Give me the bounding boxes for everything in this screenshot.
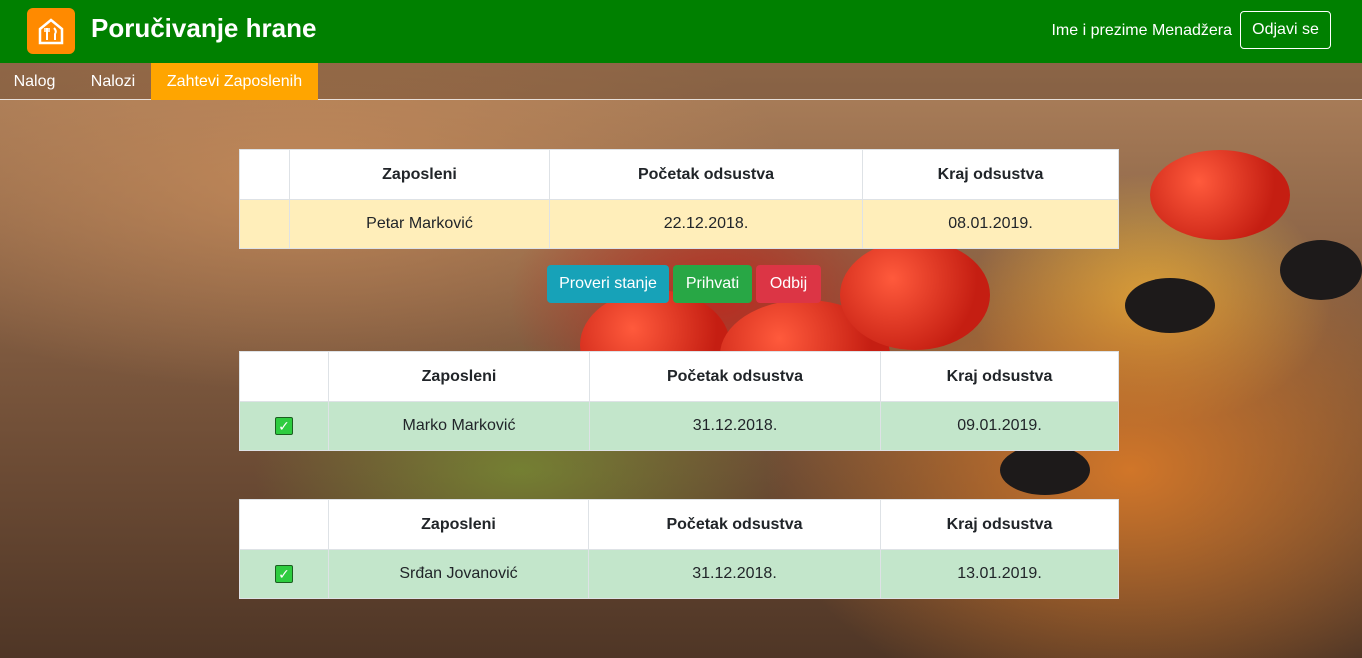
background-tomato bbox=[840, 240, 990, 350]
status-column-header bbox=[239, 351, 329, 402]
end-date-cell: 13.01.2019. bbox=[880, 549, 1119, 599]
employee-cell: Srđan Jovanović bbox=[328, 549, 589, 599]
employee-column-header: Zaposleni bbox=[289, 149, 550, 200]
nav-item-employee-requests[interactable]: Zahtevi Zaposlenih bbox=[151, 63, 318, 100]
select-column-header bbox=[239, 149, 290, 200]
accept-button[interactable]: Prihvati bbox=[673, 265, 752, 303]
start-date-cell: 22.12.2018. bbox=[549, 199, 863, 249]
select-cell bbox=[239, 199, 290, 249]
table-header-row: Zaposleni Početak odsustva Kraj odsustva bbox=[239, 499, 1119, 550]
approved-request-table: Zaposleni Početak odsustva Kraj odsustva… bbox=[239, 351, 1119, 451]
table-row[interactable]: Petar Marković 22.12.2018. 08.01.2019. bbox=[239, 199, 1119, 249]
employee-column-header: Zaposleni bbox=[328, 351, 590, 402]
background-olive bbox=[1280, 240, 1362, 300]
background-olive bbox=[1000, 445, 1090, 495]
status-cell: ✓ bbox=[239, 401, 329, 451]
main-menu: Nalog Nalozi Zahtevi Zaposlenih bbox=[0, 63, 1362, 100]
end-column-header: Kraj odsustva bbox=[880, 499, 1119, 550]
start-column-header: Početak odsustva bbox=[588, 499, 881, 550]
checkmark-icon: ✓ bbox=[275, 416, 293, 435]
restaurant-icon[interactable] bbox=[27, 8, 75, 54]
employee-cell: Petar Marković bbox=[289, 199, 550, 249]
table-row[interactable]: ✓ Srđan Jovanović 31.12.2018. 13.01.2019… bbox=[239, 549, 1119, 599]
table-header-row: Zaposleni Početak odsustva Kraj odsustva bbox=[239, 149, 1119, 200]
approved-request-table: Zaposleni Početak odsustva Kraj odsustva… bbox=[239, 499, 1119, 599]
table-header-row: Zaposleni Početak odsustva Kraj odsustva bbox=[239, 351, 1119, 402]
start-column-header: Početak odsustva bbox=[589, 351, 881, 402]
brand-title[interactable]: Poručivanje hrane bbox=[91, 13, 316, 44]
start-date-cell: 31.12.2018. bbox=[589, 401, 881, 451]
check-status-button[interactable]: Proveri stanje bbox=[547, 265, 669, 303]
logout-button[interactable]: Odjavi se bbox=[1240, 11, 1331, 49]
end-column-header: Kraj odsustva bbox=[880, 351, 1119, 402]
reject-button[interactable]: Odbij bbox=[756, 265, 821, 303]
top-navbar: Poručivanje hrane Ime i prezime Menadžer… bbox=[0, 0, 1362, 63]
manager-name: Ime i prezime Menadžera bbox=[1051, 22, 1232, 39]
employee-column-header: Zaposleni bbox=[328, 499, 589, 550]
status-cell: ✓ bbox=[239, 549, 329, 599]
end-column-header: Kraj odsustva bbox=[862, 149, 1119, 200]
status-column-header bbox=[239, 499, 329, 550]
table-row[interactable]: ✓ Marko Marković 31.12.2018. 09.01.2019. bbox=[239, 401, 1119, 451]
nav-item-nalozi[interactable]: Nalozi bbox=[75, 63, 151, 100]
background-tomato bbox=[1150, 150, 1290, 240]
end-date-cell: 08.01.2019. bbox=[862, 199, 1119, 249]
start-date-cell: 31.12.2018. bbox=[588, 549, 881, 599]
background-olive bbox=[1125, 278, 1215, 333]
start-column-header: Početak odsustva bbox=[549, 149, 863, 200]
end-date-cell: 09.01.2019. bbox=[880, 401, 1119, 451]
pending-request-table: Zaposleni Početak odsustva Kraj odsustva… bbox=[239, 149, 1119, 249]
employee-cell: Marko Marković bbox=[328, 401, 590, 451]
nav-item-nalog[interactable]: Nalog bbox=[0, 63, 69, 100]
checkmark-icon: ✓ bbox=[275, 564, 293, 583]
